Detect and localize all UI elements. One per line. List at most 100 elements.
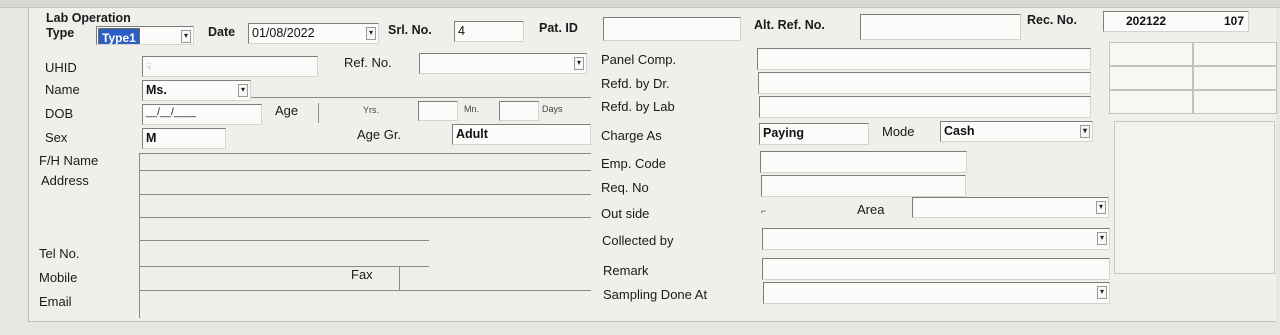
emp-code-field[interactable] <box>760 151 967 173</box>
date-label: Date <box>208 25 236 39</box>
req-no-field[interactable] <box>761 175 966 197</box>
refd-by-dr-field[interactable] <box>758 72 1091 94</box>
summary-grid-cell[interactable] <box>1109 42 1193 66</box>
area-select[interactable]: ▾ <box>912 197 1109 218</box>
collected-by-label: Collected by <box>602 233 674 248</box>
pat-id-field[interactable] <box>603 17 741 41</box>
name-input-line[interactable] <box>251 97 591 98</box>
lab-operation-form: Lab Operation Type Type1 ▾ Date 01/08/20… <box>28 8 1277 322</box>
mobile-label: Mobile <box>39 270 78 285</box>
type-dropdown-icon[interactable]: ▾ <box>181 30 191 43</box>
summary-grid-cell[interactable] <box>1193 66 1277 90</box>
ref-no-dropdown-icon[interactable]: ▾ <box>574 57 584 70</box>
tel-label: Tel No. <box>39 246 80 261</box>
refd-by-lab-field[interactable] <box>759 96 1091 118</box>
years-label: Yrs. <box>363 105 380 115</box>
remark-field[interactable] <box>762 258 1110 280</box>
address-line-1[interactable] <box>139 170 591 171</box>
rec-no-seq: 107 <box>1223 14 1244 28</box>
refd-by-lab-label: Refd. by Lab <box>601 99 675 114</box>
panel-comp-field[interactable] <box>757 48 1091 70</box>
fh-name-input-line[interactable] <box>139 153 591 154</box>
uhid-label: UHID <box>45 60 77 75</box>
alt-ref-field[interactable] <box>860 14 1021 40</box>
fax-label: Fax <box>351 267 373 282</box>
dob-value: __/__/____ <box>146 107 197 118</box>
tel-input-line[interactable] <box>139 240 429 241</box>
lab-operation-label: Lab Operation <box>46 11 131 25</box>
sampling-done-at-select[interactable]: ▾ <box>763 282 1110 304</box>
mode-label: Mode <box>882 124 915 139</box>
uhid-field[interactable]: ☟ <box>142 56 318 77</box>
charge-as-value: Paying <box>763 126 804 140</box>
age-years-input[interactable] <box>318 103 319 123</box>
name-prefix-select[interactable]: Ms. ▾ <box>142 80 251 101</box>
address-label: Address <box>41 173 89 188</box>
ref-no-field[interactable]: ▾ <box>419 53 587 74</box>
email-label: Email <box>39 294 72 309</box>
address-line-3[interactable] <box>139 217 591 218</box>
summary-grid-cell[interactable] <box>1193 90 1277 114</box>
days-label: Days <box>542 104 563 114</box>
type-label: Type <box>46 26 75 40</box>
sex-value: M <box>146 131 157 145</box>
name-prefix-value: Ms. <box>146 83 167 97</box>
srl-no-field[interactable]: 4 <box>454 21 524 42</box>
date-value: 01/08/2022 <box>252 26 315 40</box>
area-label: Area <box>857 202 885 217</box>
name-label: Name <box>45 82 80 97</box>
rec-no-field[interactable]: 202122 107 <box>1103 11 1249 32</box>
collected-by-select[interactable]: ▾ <box>762 228 1110 250</box>
refd-by-dr-label: Refd. by Dr. <box>601 76 670 91</box>
age-group-field[interactable]: Adult <box>452 124 591 145</box>
rec-no-value: 202122 <box>1126 14 1167 28</box>
panel-comp-label: Panel Comp. <box>601 52 677 67</box>
name-prefix-dropdown-icon[interactable]: ▾ <box>238 84 248 97</box>
alt-ref-label: Alt. Ref. No. <box>754 18 825 32</box>
emp-code-label: Emp. Code <box>601 156 667 171</box>
pointer-cursor-icon: ☟ <box>146 62 152 72</box>
left-fields-edge <box>139 153 140 318</box>
mobile-input-line[interactable] <box>139 266 429 267</box>
email-input-line[interactable] <box>139 290 591 291</box>
pat-id-label: Pat. ID <box>539 21 578 35</box>
months-label: Mn. <box>464 104 480 114</box>
age-months-field[interactable] <box>418 101 458 121</box>
sex-label: Sex <box>45 130 68 145</box>
age-days-field[interactable] <box>499 101 539 121</box>
outside-checkbox[interactable]: ⌐ <box>761 206 766 216</box>
sampling-done-at-label: Sampling Done At <box>603 287 708 302</box>
summary-grid-cell[interactable] <box>1109 66 1193 90</box>
type-select[interactable]: Type1 ▾ <box>96 26 194 45</box>
mode-value: Cash <box>944 124 975 138</box>
date-dropdown-icon[interactable]: ▾ <box>366 27 376 40</box>
sampling-dropdown-icon[interactable]: ▾ <box>1097 286 1107 299</box>
remark-label: Remark <box>603 263 649 278</box>
outside-label: Out side <box>601 206 650 221</box>
window-top-strip <box>0 0 1280 8</box>
age-group-value: Adult <box>456 127 488 141</box>
collected-by-dropdown-icon[interactable]: ▾ <box>1097 232 1107 245</box>
summary-grid-cell[interactable] <box>1109 90 1193 114</box>
req-no-label: Req. No <box>601 180 649 195</box>
ref-no-label: Ref. No. <box>344 55 392 70</box>
mode-select[interactable]: Cash ▾ <box>940 121 1093 142</box>
mode-dropdown-icon[interactable]: ▾ <box>1080 125 1090 138</box>
dob-label: DOB <box>45 106 74 121</box>
fax-input[interactable] <box>399 266 400 290</box>
srl-no-label: Srl. No. <box>388 23 432 37</box>
rec-no-label: Rec. No. <box>1027 13 1078 27</box>
charge-as-label: Charge As <box>601 128 662 143</box>
dob-field[interactable]: __/__/____ <box>142 104 262 125</box>
area-dropdown-icon[interactable]: ▾ <box>1096 201 1106 214</box>
age-group-label: Age Gr. <box>357 127 402 142</box>
summary-grid-cell[interactable] <box>1193 42 1277 66</box>
sex-field[interactable]: M <box>142 128 226 149</box>
srl-no-value: 4 <box>458 24 465 38</box>
charge-as-field[interactable]: Paying <box>759 123 869 145</box>
date-field[interactable]: 01/08/2022 ▾ <box>248 23 379 44</box>
fh-name-label: F/H Name <box>39 153 99 168</box>
photo-panel <box>1114 121 1275 274</box>
address-line-2[interactable] <box>139 194 591 195</box>
type-selected-value: Type1 <box>98 28 140 44</box>
